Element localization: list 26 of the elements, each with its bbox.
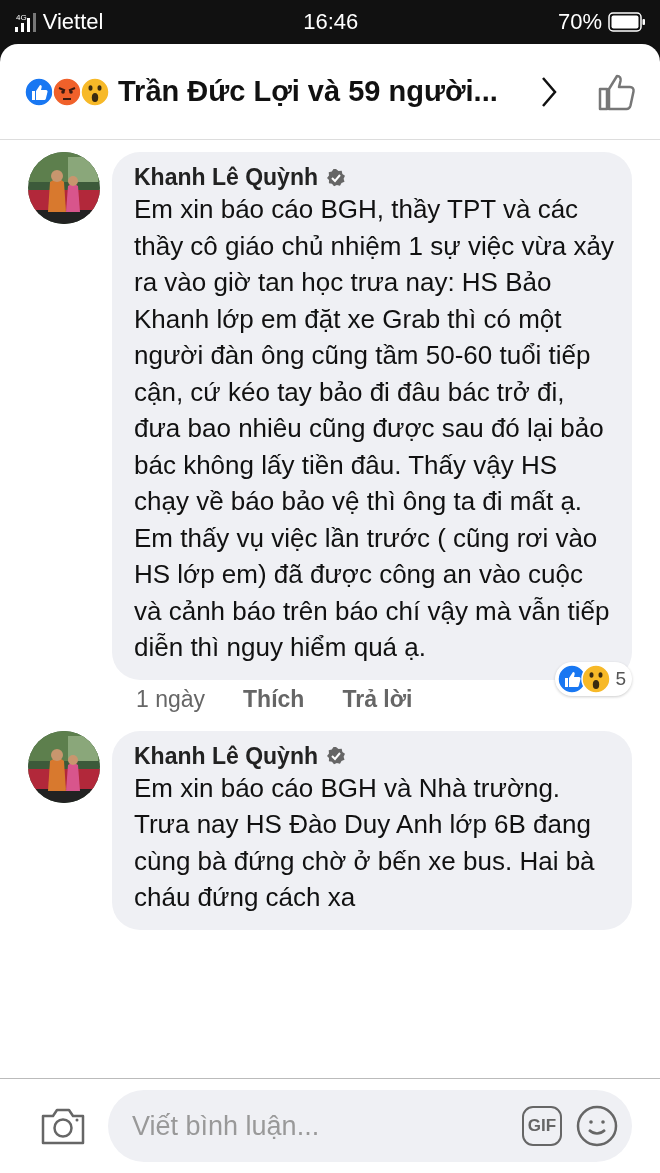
- like-link[interactable]: Thích: [243, 685, 305, 713]
- wow-reaction-icon: [80, 76, 110, 107]
- reaction-badge[interactable]: 5: [555, 661, 632, 696]
- author-name[interactable]: Khanh Lê Quỳnh: [134, 164, 318, 191]
- comment-text: Em thấy vụ việc lần trước ( cũng rơi vào HS lớp em) đã được công an vào cuộc và cảnh báo trên báo chí vậy mà vẫn tiếp diễn thì nguy hiểm quá ạ.: [134, 521, 611, 664]
- camera-icon[interactable]: [40, 1106, 86, 1146]
- chevron-right-icon[interactable]: [540, 75, 558, 108]
- emoji-icon[interactable]: [576, 1105, 618, 1147]
- clock-time: 16:46: [303, 9, 359, 35]
- like-reaction-icon: [24, 76, 54, 107]
- reply-link[interactable]: Trả lời: [342, 685, 413, 713]
- carrier-name: Viettel: [42, 9, 104, 35]
- gif-button[interactable]: GIF: [522, 1106, 562, 1146]
- battery-icon: [608, 12, 646, 32]
- comment-text: Em xin báo cáo BGH, thầy TPT và các thầy cô giáo chủ nhiệm 1 sự việc vừa xảy ra vào giờ tan học trưa nay: HS Bảo Khanh lớp em đặt xe Grab thì có một người đàn ông cũng tầm 50-60 tuổi tiếp cận, cứ kéo tay bảo đi đâu bác trở đi, đưa bao nhiêu cũng được sau đó lại bảo bác không lấy tiền đâu. Thấy vậy HS chạy về báo bảo vệ thì ông ta đi mất ạ.: [134, 193, 614, 518]
- network-type: 4G: [16, 13, 27, 22]
- signal-icon: [14, 11, 38, 33]
- comment-text: Em xin báo cáo BGH và Nhà trường.: [134, 771, 562, 805]
- reactions-summary[interactable]: Trần Đức Lợi và 59 người...: [118, 75, 498, 108]
- comment-time: 1 ngày: [136, 685, 206, 713]
- author-name[interactable]: Khanh Lê Quỳnh: [134, 742, 318, 770]
- angry-reaction-icon: [52, 76, 82, 107]
- battery-percent: 70%: [557, 9, 602, 35]
- comment-input-field[interactable]: Viết bình luận... GIF: [108, 1090, 632, 1162]
- comment-text: Trưa nay HS Đào Duy Anh lớp 6B đang cùng bà đứng chờ ở bến xe bus. Hai bà cháu đứng cách xa: [134, 808, 596, 914]
- wow-reaction-icon: [581, 663, 612, 694]
